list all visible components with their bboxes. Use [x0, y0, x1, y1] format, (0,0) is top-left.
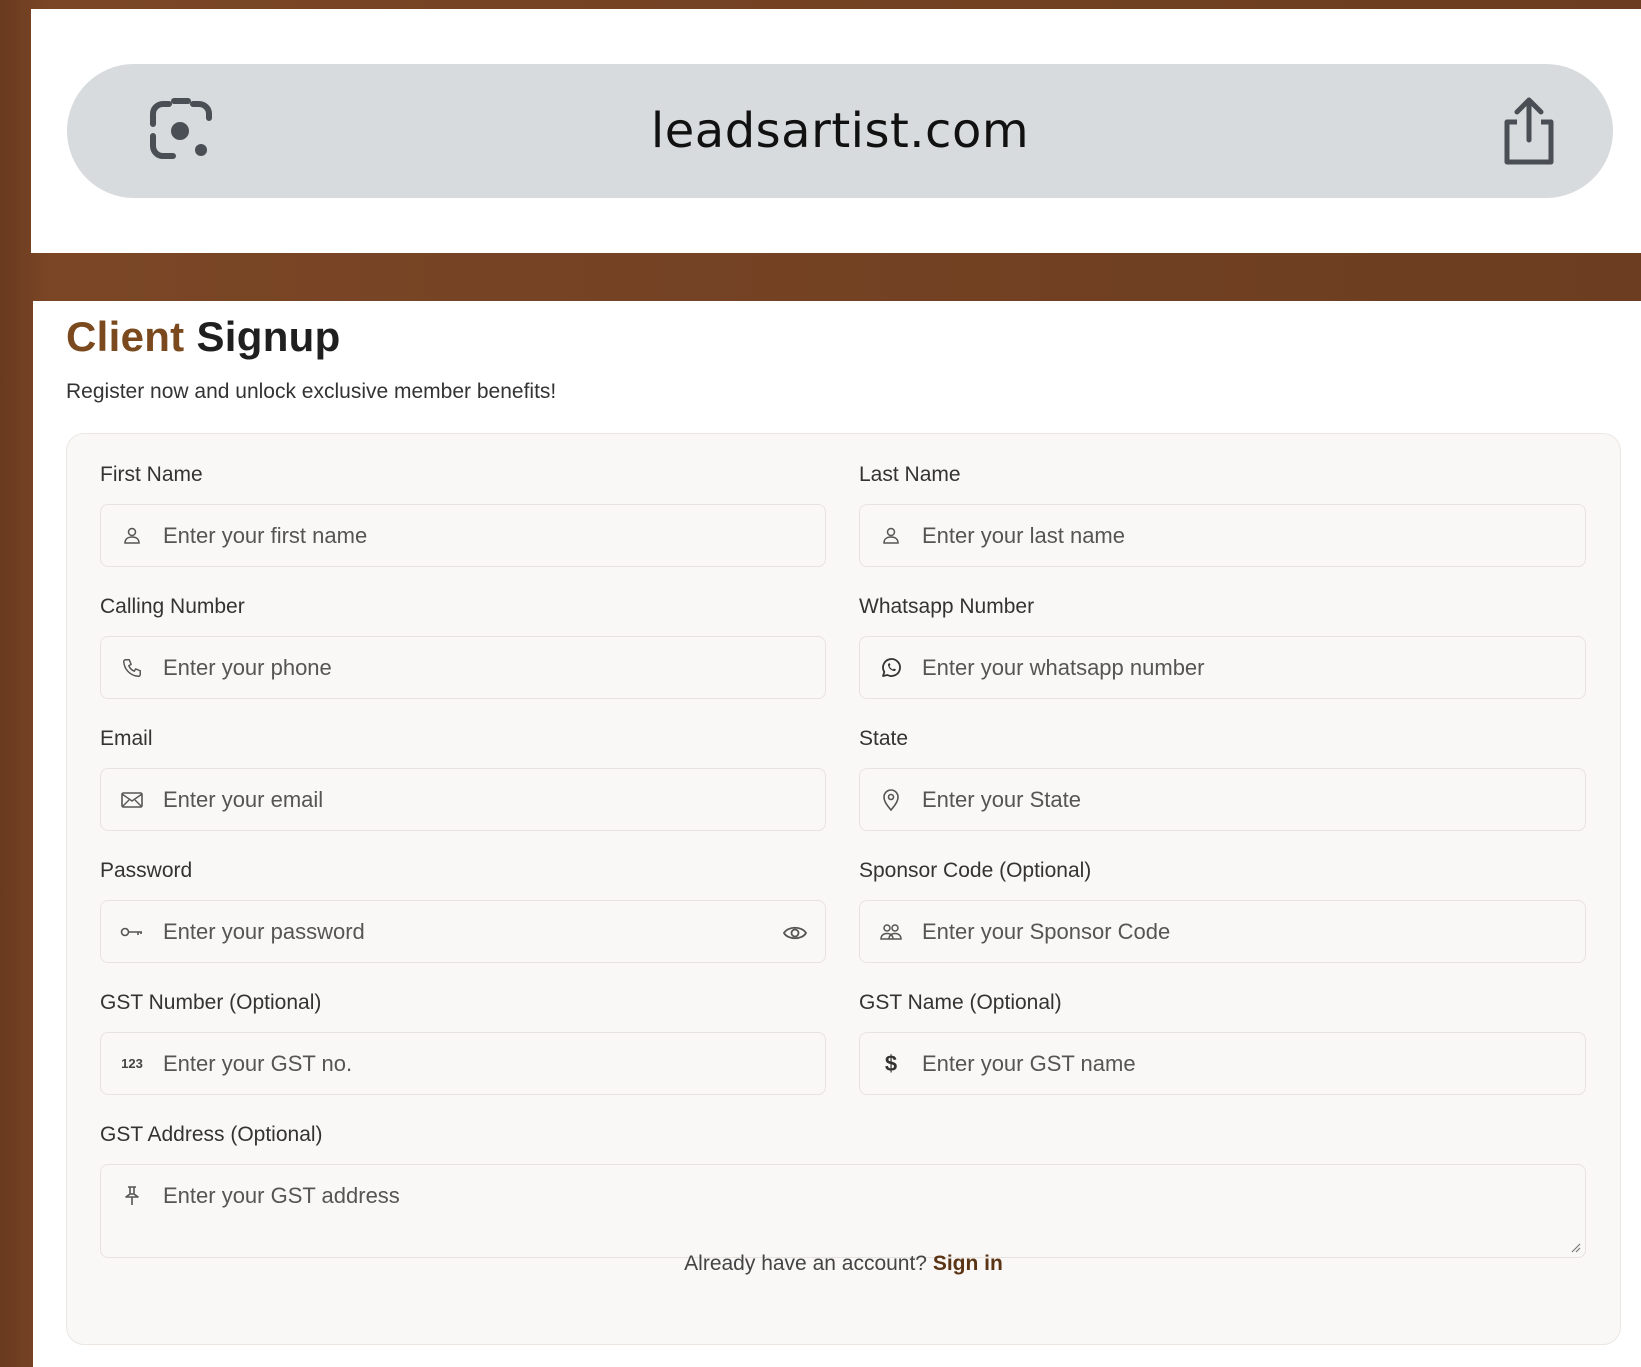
eye-icon[interactable] — [781, 919, 809, 947]
location-pin-icon — [878, 787, 904, 813]
users-icon — [878, 919, 904, 945]
signin-prompt-text: Already have an account? — [684, 1252, 933, 1275]
gst-address-label: GST Address (Optional) — [100, 1123, 323, 1146]
gst-name-placeholder: Enter your GST name — [922, 1050, 1136, 1076]
state-field: State Enter your State — [859, 726, 1586, 831]
gst-name-field: GST Name (Optional) $ Enter your GST nam… — [859, 990, 1586, 1095]
share-icon[interactable] — [1497, 96, 1561, 168]
email-label: Email — [100, 727, 153, 750]
gst-name-input[interactable]: $ Enter your GST name — [859, 1032, 1586, 1095]
mail-icon — [119, 787, 145, 813]
password-label: Password — [100, 859, 193, 882]
lens-icon[interactable] — [145, 94, 217, 166]
last-name-input[interactable]: Enter your last name — [859, 504, 1586, 567]
sign-in-link[interactable]: Sign in — [933, 1252, 1003, 1275]
gst-address-input[interactable]: Enter your GST address — [100, 1164, 1586, 1258]
user-icon — [878, 523, 904, 549]
sponsor-code-label: Sponsor Code (Optional) — [859, 859, 1092, 882]
gst-name-label: GST Name (Optional) — [859, 991, 1062, 1014]
last-name-label: Last Name — [859, 463, 961, 486]
gst-address-placeholder: Enter your GST address — [163, 1183, 400, 1208]
sponsor-code-field: Sponsor Code (Optional) Enter your Spons… — [859, 858, 1586, 963]
page-subtitle: Register now and unlock exclusive member… — [66, 380, 557, 403]
whatsapp-number-placeholder: Enter your whatsapp number — [922, 654, 1205, 680]
first-name-placeholder: Enter your first name — [163, 522, 368, 548]
password-input[interactable]: Enter your password — [100, 900, 826, 963]
calling-number-label: Calling Number — [100, 595, 245, 618]
dollar-icon: $ — [884, 1050, 898, 1076]
signup-page: Client Signup Register now and unlock ex… — [33, 301, 1641, 1367]
title-rest: Signup — [196, 313, 341, 360]
whatsapp-number-input[interactable]: Enter your whatsapp number — [859, 636, 1586, 699]
pin-icon — [119, 1183, 145, 1209]
state-label: State — [859, 727, 909, 750]
numbers-icon: 123 — [121, 1056, 143, 1071]
first-name-input[interactable]: Enter your first name — [100, 504, 826, 567]
calling-number-placeholder: Enter your phone — [163, 654, 332, 680]
browser-chrome: leadsartist.com — [31, 9, 1641, 253]
gst-number-input[interactable]: 123 Enter your GST no. — [100, 1032, 826, 1095]
whatsapp-icon — [878, 655, 904, 681]
sponsor-code-placeholder: Enter your Sponsor Code — [922, 918, 1171, 944]
email-input[interactable]: Enter your email — [100, 768, 826, 831]
signin-prompt: Already have an account? Sign in — [67, 1252, 1620, 1276]
email-field: Email Enter your email — [100, 726, 826, 831]
phone-icon — [119, 655, 145, 681]
first-name-label: First Name — [100, 463, 203, 486]
last-name-field: Last Name Enter your last name — [859, 462, 1586, 567]
state-input[interactable]: Enter your State — [859, 768, 1586, 831]
gst-number-placeholder: Enter your GST no. — [163, 1050, 353, 1076]
key-icon — [119, 919, 145, 945]
url-text[interactable]: leadsartist.com — [651, 103, 1029, 159]
sponsor-code-input[interactable]: Enter your Sponsor Code — [859, 900, 1586, 963]
title-accent: Client — [66, 313, 185, 360]
last-name-placeholder: Enter your last name — [922, 522, 1125, 548]
state-placeholder: Enter your State — [922, 786, 1081, 812]
signup-form: First Name Enter your first name Last Na… — [66, 433, 1621, 1345]
first-name-field: First Name Enter your first name — [100, 462, 826, 567]
whatsapp-number-label: Whatsapp Number — [859, 595, 1035, 618]
calling-number-input[interactable]: Enter your phone — [100, 636, 826, 699]
address-bar[interactable]: leadsartist.com — [67, 64, 1613, 198]
password-placeholder: Enter your password — [163, 918, 365, 944]
gst-number-label: GST Number (Optional) — [100, 991, 322, 1014]
page-title: Client Signup — [66, 313, 341, 361]
whatsapp-number-field: Whatsapp Number Enter your whatsapp numb… — [859, 594, 1586, 699]
calling-number-field: Calling Number Enter your phone — [100, 594, 826, 699]
gst-number-field: GST Number (Optional) 123 Enter your GST… — [100, 990, 826, 1095]
user-icon — [119, 523, 145, 549]
gst-address-field: GST Address (Optional) Enter your GST ad… — [100, 1122, 1586, 1258]
password-field: Password Enter your password — [100, 858, 826, 963]
email-placeholder: Enter your email — [163, 786, 324, 812]
